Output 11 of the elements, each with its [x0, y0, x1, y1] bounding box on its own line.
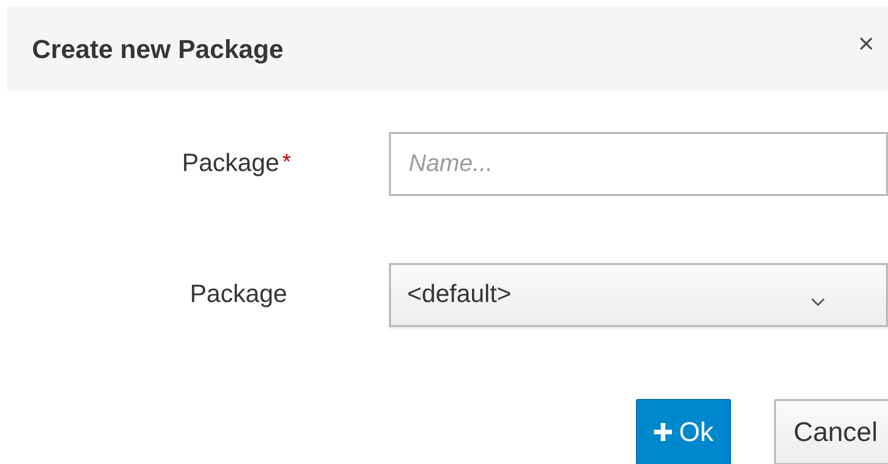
plus-icon: [653, 422, 673, 442]
package-dropdown[interactable]: <default>: [389, 263, 888, 327]
chevron-down-icon: [811, 298, 826, 306]
name-input[interactable]: Name...: [388, 132, 888, 196]
field-label: Package: [182, 148, 280, 180]
close-button[interactable]: ×: [858, 30, 874, 58]
field-label: Package: [190, 279, 288, 310]
required-mark: *: [282, 148, 291, 176]
dialog-title: Create new Package: [32, 32, 284, 66]
cancel-button[interactable]: Cancel: [774, 399, 888, 464]
ok-button[interactable]: Ok: [636, 399, 731, 464]
